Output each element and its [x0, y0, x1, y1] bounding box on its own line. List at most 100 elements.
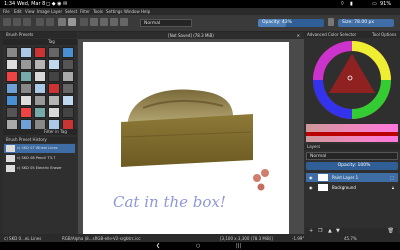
reload-icon[interactable]	[120, 18, 128, 26]
color-profile: RGB/Alpha (8...sRGB-elle-V2-srgbtrc.icc	[62, 236, 141, 241]
nav-recents-icon[interactable]: |||	[236, 243, 241, 249]
alpha-lock-icon[interactable]	[90, 18, 98, 26]
brush-preset-tile[interactable]	[62, 47, 74, 58]
history-item[interactable]: c) SKD 05 Electric Eraser	[4, 164, 75, 173]
menu-help[interactable]: Help	[141, 9, 150, 14]
menu-filter[interactable]: Filter	[80, 9, 90, 14]
new-document-icon[interactable]	[3, 18, 11, 26]
pressure-icon[interactable]	[110, 18, 118, 26]
brush-preset-tile[interactable]	[34, 59, 46, 70]
layer-blend-select[interactable]: Normal	[306, 152, 398, 160]
tool-options-tab[interactable]: Tool Options	[372, 32, 396, 38]
brush-preset-tile[interactable]	[6, 47, 18, 58]
menu-image[interactable]: Image	[37, 9, 50, 14]
redo-icon[interactable]	[46, 18, 54, 26]
nav-back-icon[interactable]: ❮	[156, 243, 160, 249]
menu-settings[interactable]: Settings	[106, 9, 122, 14]
opacity-reset-icon[interactable]	[328, 18, 334, 26]
brush-preset-tile[interactable]	[34, 47, 46, 58]
menu-layer[interactable]: Layer	[51, 9, 62, 14]
color-patch-row[interactable]	[306, 132, 398, 136]
open-document-icon[interactable]	[13, 18, 21, 26]
android-nav-bar: ❮ ○ |||	[0, 242, 400, 250]
brush-preset-tile[interactable]	[20, 47, 32, 58]
save-icon[interactable]	[23, 18, 31, 26]
pattern-icon[interactable]	[68, 18, 76, 26]
close-icon[interactable]: ✕	[297, 32, 300, 39]
brush-preset-tile[interactable]	[48, 59, 60, 70]
notification-icons: ◻ ◆ ◉ ✉	[46, 1, 68, 7]
visibility-icon[interactable]: ◉	[309, 183, 313, 192]
brush-preset-tile[interactable]	[48, 47, 60, 58]
krita-window: File Edit View Image Layer Select Filter…	[0, 8, 400, 242]
brush-preset-icon[interactable]	[80, 18, 88, 26]
menu-edit[interactable]: Edit	[14, 9, 22, 14]
brush-preset-tile[interactable]	[20, 71, 32, 82]
size-slider-label: Size: 78.00 px	[342, 20, 375, 25]
brush-preset-tile[interactable]	[20, 59, 32, 70]
canvas-drawing: Cat in the box!	[113, 89, 269, 211]
nav-home-icon[interactable]: ○	[196, 243, 200, 249]
brush-preset-tile[interactable]	[48, 71, 60, 82]
eraser-mode-icon[interactable]	[100, 18, 108, 26]
filter-in-tag-label[interactable]: Filter in Tag	[44, 129, 67, 134]
brush-preset-tile[interactable]	[62, 107, 74, 118]
brush-preset-tile[interactable]	[6, 95, 18, 106]
menu-file[interactable]: File	[3, 9, 10, 14]
layer-row[interactable]: ◉ Paint Layer 1 ⬚	[306, 173, 398, 182]
brush-preset-tile[interactable]	[6, 107, 18, 118]
status-date: Wed, Mar 8	[17, 1, 46, 7]
undo-icon[interactable]	[36, 18, 44, 26]
color-wheel[interactable]	[312, 40, 392, 120]
layer-opacity-slider[interactable]: Opacity: 100%	[306, 162, 398, 170]
battery-icon: ▭	[372, 1, 377, 7]
brush-preset-tile[interactable]	[48, 95, 60, 106]
gradient-icon[interactable]	[58, 18, 66, 26]
document-tab[interactable]: [Not Saved] (78.3 MiB) ✕	[78, 32, 304, 39]
menu-window[interactable]: Window	[124, 9, 140, 14]
brush-preset-tile[interactable]	[20, 83, 32, 94]
menu-select[interactable]: Select	[65, 9, 77, 14]
size-slider[interactable]: Size: 78.00 px	[338, 19, 394, 27]
brush-preset-tile[interactable]	[6, 71, 18, 82]
opacity-slider[interactable]: Opacity: 43%	[258, 19, 324, 27]
lock-icon[interactable]: 🔒︎	[392, 183, 394, 192]
triangle-shade	[329, 54, 375, 93]
brush-preset-tile[interactable]	[6, 83, 18, 94]
visibility-icon[interactable]: ◉	[309, 173, 313, 182]
brush-preset-tile[interactable]	[62, 95, 74, 106]
canvas-paper[interactable]: Cat in the box!	[83, 42, 289, 234]
brush-preset-tile[interactable]	[48, 107, 60, 118]
menu-tools[interactable]: Tools	[93, 9, 103, 14]
brush-preset-tile[interactable]	[62, 83, 74, 94]
history-item[interactable]: c) SKD 07 Wheel Lines	[4, 144, 75, 153]
brush-preset-tile[interactable]	[20, 107, 32, 118]
brush-thumbnail	[6, 165, 15, 172]
layer-row[interactable]: ◉ Background 🔒︎	[306, 183, 398, 192]
color-selector-tab[interactable]: Advanced Color Selector	[307, 32, 356, 37]
brush-preset-tile[interactable]	[62, 71, 74, 82]
left-dock: Brush Presets Tag Filter in Tag Brush Pr…	[3, 32, 77, 242]
tag-label[interactable]: Tag	[48, 39, 55, 44]
wifi-icon: ⌔	[340, 1, 345, 7]
alpha-lock-icon[interactable]: ⬚	[390, 173, 394, 182]
brush-preset-tile[interactable]	[34, 71, 46, 82]
brush-thumbnail	[6, 145, 15, 152]
brush-preset-tile[interactable]	[34, 95, 46, 106]
brush-preset-tile[interactable]	[48, 83, 60, 94]
zoom-value[interactable]: 45.7%	[344, 236, 357, 241]
brush-preset-tile[interactable]	[34, 107, 46, 118]
layer-name: Paint Layer 1	[332, 175, 359, 180]
brush-preset-tile[interactable]	[34, 83, 46, 94]
brush-preset-tile[interactable]	[20, 95, 32, 106]
menu-view[interactable]: View	[25, 9, 35, 14]
menu-bar: File Edit View Image Layer Select Filter…	[0, 8, 400, 15]
blend-mode-select[interactable]: Normal	[140, 19, 192, 27]
box-shape	[121, 114, 253, 167]
history-item[interactable]: c) SKD 08 Pencil T3-7	[4, 154, 75, 163]
layer-name: Background	[332, 185, 356, 190]
rotation-value[interactable]: -1.99°	[292, 236, 304, 241]
canvas-area[interactable]: [Not Saved] (78.3 MiB) ✕ Cat in the box!	[78, 32, 304, 242]
brush-preset-tile[interactable]	[6, 59, 18, 70]
brush-preset-tile[interactable]	[62, 59, 74, 70]
